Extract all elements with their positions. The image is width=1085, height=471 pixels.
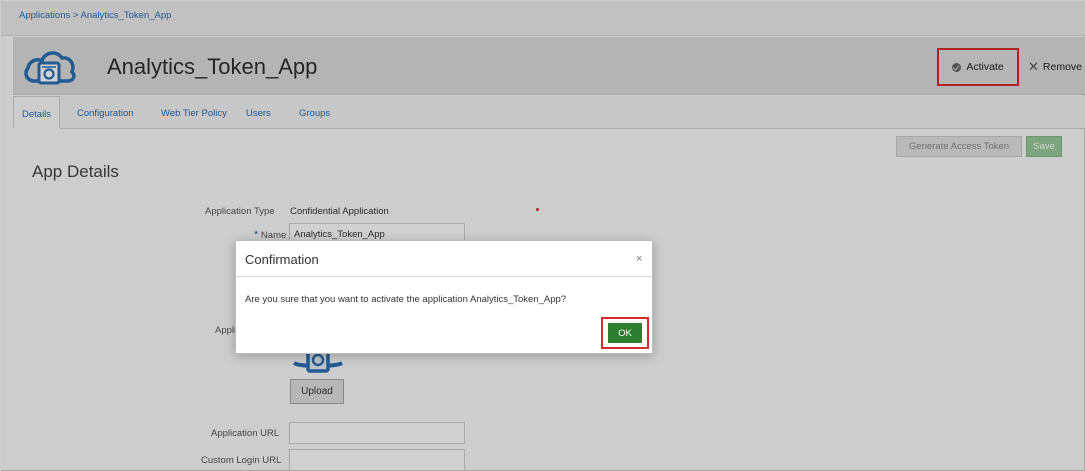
confirmation-dialog: Confirmation × Are you sure that you wan…	[235, 240, 653, 354]
dialog-header: Confirmation ×	[236, 241, 652, 277]
dialog-close-icon[interactable]: ×	[636, 253, 642, 265]
modal-overlay	[1, 1, 1085, 471]
ok-button[interactable]: OK	[608, 323, 642, 343]
dialog-title: Confirmation	[245, 252, 319, 267]
dialog-message: Are you sure that you want to activate t…	[245, 294, 567, 305]
ok-highlight-frame: OK	[601, 317, 649, 349]
page: Applications > Analytics_Token_App Analy…	[0, 0, 1085, 471]
